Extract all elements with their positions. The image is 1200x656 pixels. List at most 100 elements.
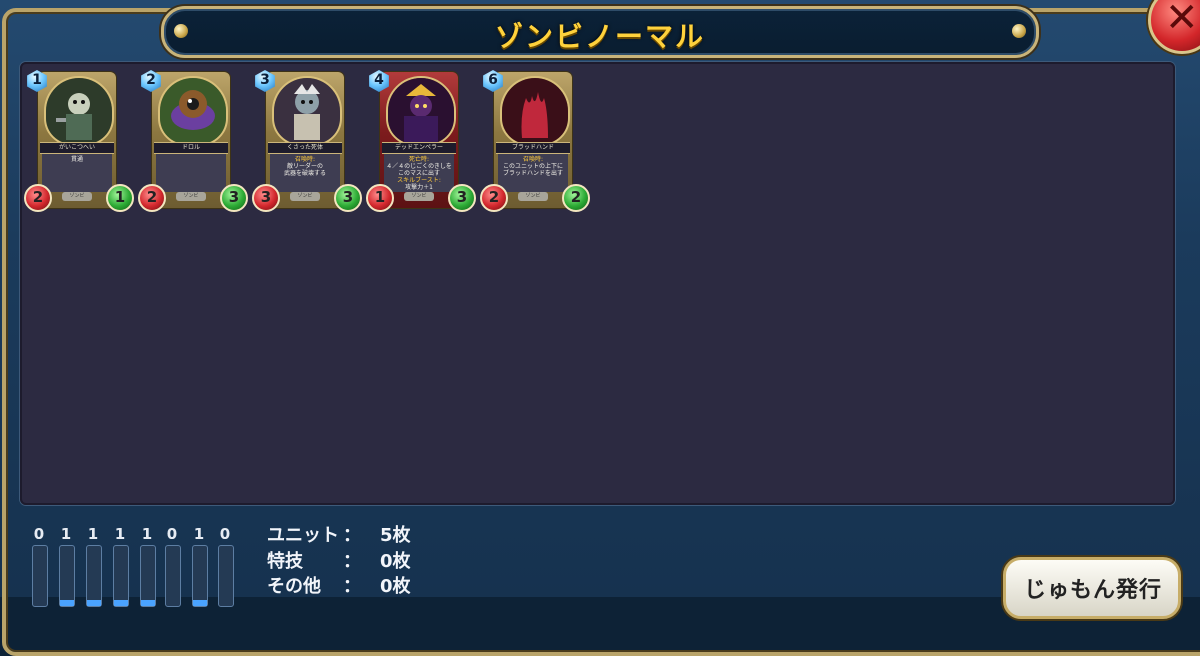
card-dororu[interactable]: ドロル ゾンビ 2 2 3 bbox=[138, 70, 248, 212]
cost-bar: 0 bbox=[163, 525, 181, 607]
cost-gem: 3 bbox=[254, 70, 276, 92]
card-effect-keyword: 召喚時: bbox=[294, 156, 316, 163]
cost-count: 0 bbox=[219, 525, 231, 543]
health-badge: 3 bbox=[334, 184, 362, 212]
summary-colon: ： bbox=[343, 525, 361, 546]
cost-bar: 1 bbox=[111, 525, 129, 607]
card-name: ドロル bbox=[154, 142, 228, 154]
cost-count: 0 bbox=[166, 525, 178, 543]
cost-bar: 1 bbox=[57, 525, 75, 607]
card-text: 死亡時: ４／４のじごくのきしを このマスに出す スキルブースト: 攻撃力＋1 bbox=[384, 154, 454, 192]
cost-gem: 6 bbox=[482, 70, 504, 92]
cost-bar-track bbox=[218, 545, 234, 607]
health-value: 2 bbox=[570, 188, 582, 206]
health-value: 3 bbox=[456, 188, 468, 206]
health-badge: 1 bbox=[106, 184, 134, 212]
cost-count: 1 bbox=[193, 525, 205, 543]
card-effect-text-2: 攻撃力＋1 bbox=[405, 184, 433, 191]
cost-value: 1 bbox=[32, 72, 42, 88]
cost-count: 1 bbox=[60, 525, 72, 543]
cost-bar: 0 bbox=[30, 525, 48, 607]
card-effect-text: 敵リーダーの 武器を破壊する bbox=[283, 163, 326, 177]
health-value: 1 bbox=[114, 188, 126, 206]
summary-label: ユニット bbox=[267, 525, 339, 546]
card-name: ブラッドハンド bbox=[496, 142, 570, 154]
summary-row-skill: 特技 ： 0枚 bbox=[267, 547, 467, 572]
issue-spell-label: じゅもん発行 bbox=[1024, 578, 1163, 603]
card-kusatta-shitai[interactable]: くさった死体 召喚時: 敵リーダーの 武器を破壊する ゾンビ 3 3 3 bbox=[252, 70, 362, 212]
summary-label: その他 bbox=[267, 576, 321, 597]
attack-value: 3 bbox=[260, 188, 272, 206]
cost-count: 1 bbox=[87, 525, 99, 543]
attack-badge: 2 bbox=[24, 184, 52, 212]
card-text: 貫通 bbox=[42, 154, 112, 192]
cost-count: 0 bbox=[33, 525, 45, 543]
cost-gem: 4 bbox=[368, 70, 390, 92]
cost-value: 4 bbox=[374, 72, 384, 88]
cost-gem: 2 bbox=[140, 70, 162, 92]
cost-bar-track bbox=[86, 545, 102, 607]
cost-bar: 1 bbox=[138, 525, 156, 607]
card-art bbox=[272, 76, 342, 146]
deck-summary: ユニット ： 5枚 特技 ： 0枚 その他 ： 0枚 bbox=[267, 521, 467, 597]
card-text: 召喚時: 敵リーダーの 武器を破壊する bbox=[270, 154, 340, 192]
card-blood-hand[interactable]: ブラッドハンド 召喚時: このユニットの上下に ブラッドハンドを出す ゾンビ 6… bbox=[480, 70, 590, 212]
cost-curve: 0 1 1 1 1 0 1 0 bbox=[28, 525, 238, 607]
deck-title: ゾンビノーマル bbox=[494, 20, 705, 53]
card-tribe: ゾンビ bbox=[404, 192, 434, 201]
cost-bar-track bbox=[140, 545, 156, 607]
cost-bar-track bbox=[59, 545, 75, 607]
card-name: デッドエンペラー bbox=[382, 142, 456, 154]
summary-row-other: その他 ： 0枚 bbox=[267, 572, 467, 597]
cost-bar-track bbox=[192, 545, 208, 607]
attack-badge: 2 bbox=[480, 184, 508, 212]
summary-label: 特技 bbox=[267, 551, 303, 572]
card-tribe: ゾンビ bbox=[518, 192, 548, 201]
health-badge: 3 bbox=[220, 184, 248, 212]
close-x-icon: ✕ bbox=[1165, 0, 1199, 41]
title-bar: ゾンビノーマル bbox=[161, 6, 1039, 58]
attack-value: 2 bbox=[32, 188, 44, 206]
deck-view-window: ゾンビノーマル ✕ がいこつへい 貫通 ゾンビ 1 2 1 ドロル ゾンビ 2 … bbox=[0, 0, 1200, 656]
cost-value: 6 bbox=[488, 72, 498, 88]
title-knob-right bbox=[1012, 24, 1026, 38]
card-art bbox=[386, 76, 456, 146]
card-effect-keyword: 死亡時: bbox=[408, 156, 430, 163]
cost-bar-track bbox=[32, 545, 48, 607]
cost-count: 1 bbox=[114, 525, 126, 543]
summary-value: 5枚 bbox=[380, 525, 411, 546]
card-tribe: ゾンビ bbox=[176, 192, 206, 201]
card-name: がいこつへい bbox=[40, 142, 114, 154]
issue-spell-button[interactable]: じゅもん発行 bbox=[1003, 557, 1181, 619]
card-tribe: ゾンビ bbox=[62, 192, 92, 201]
cost-bar: 1 bbox=[84, 525, 102, 607]
card-name: くさった死体 bbox=[268, 142, 342, 154]
card-effect-keyword-2: スキルブースト: bbox=[397, 177, 441, 184]
attack-badge: 1 bbox=[366, 184, 394, 212]
health-badge: 3 bbox=[448, 184, 476, 212]
attack-badge: 3 bbox=[252, 184, 280, 212]
card-art bbox=[500, 76, 570, 146]
health-value: 3 bbox=[342, 188, 354, 206]
cost-gem: 1 bbox=[26, 70, 48, 92]
cost-bar: 1 bbox=[190, 525, 208, 607]
card-dead-emperor[interactable]: デッドエンペラー 死亡時: ４／４のじごくのきしを このマスに出す スキルブース… bbox=[366, 70, 476, 212]
health-badge: 2 bbox=[562, 184, 590, 212]
card-tribe: ゾンビ bbox=[290, 192, 320, 201]
attack-value: 2 bbox=[488, 188, 500, 206]
attack-value: 1 bbox=[374, 188, 386, 206]
card-effect-keyword: 召喚時: bbox=[522, 156, 544, 163]
summary-value: 0枚 bbox=[380, 551, 411, 572]
attack-value: 2 bbox=[146, 188, 158, 206]
cost-count: 1 bbox=[141, 525, 153, 543]
card-effect-text: このユニットの上下に ブラッドハンドを出す bbox=[502, 163, 563, 177]
cost-bar: 0 bbox=[216, 525, 234, 607]
card-gaikotsuhei[interactable]: がいこつへい 貫通 ゾンビ 1 2 1 bbox=[24, 70, 134, 212]
card-text: 召喚時: このユニットの上下に ブラッドハンドを出す bbox=[498, 154, 568, 192]
card-art bbox=[44, 76, 114, 146]
summary-value: 0枚 bbox=[380, 576, 411, 597]
card-text bbox=[156, 154, 226, 192]
attack-badge: 2 bbox=[138, 184, 166, 212]
card-art bbox=[158, 76, 228, 146]
summary-row-unit: ユニット ： 5枚 bbox=[267, 521, 467, 546]
